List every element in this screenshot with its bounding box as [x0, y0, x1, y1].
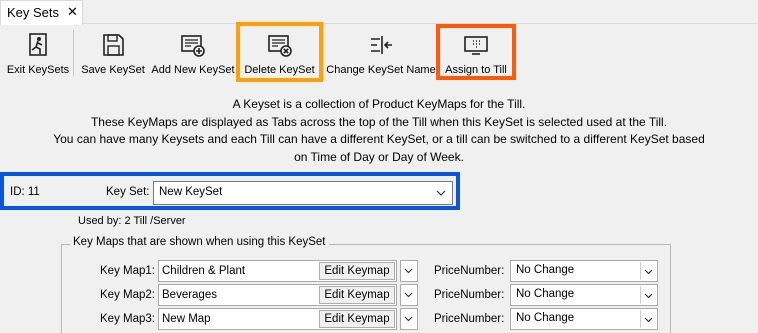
keymap1-field[interactable]: Children & Plant Edit Keymap	[158, 260, 397, 282]
price-number-value: No Change	[516, 264, 575, 276]
save-keyset-button[interactable]: Save KeySet	[80, 27, 146, 79]
keymap2-dropdown[interactable]	[400, 284, 418, 306]
change-keyset-name-label: Change KeySet Name	[326, 64, 436, 76]
price-dropdown-toggle	[640, 286, 656, 304]
keymap1-dropdown[interactable]	[400, 260, 418, 282]
add-keyset-icon	[181, 35, 205, 57]
keyset-select-value: New KeySet	[159, 186, 223, 198]
price-number-value: No Change	[516, 288, 575, 300]
edit-keymap2-button[interactable]: Edit Keymap	[319, 286, 395, 304]
description-line: on Time of Day or Day of Week.	[294, 149, 464, 164]
assign-to-till-label: Assign to Till	[445, 64, 507, 76]
exit-keysets-button[interactable]: Exit KeySets	[4, 27, 72, 79]
price-number-select-1[interactable]: No Change	[510, 260, 658, 282]
description-line: A Keyset is a collection of Product KeyM…	[232, 97, 526, 111]
edit-keymap1-button[interactable]: Edit Keymap	[319, 262, 395, 280]
keymap3-value: New Map	[162, 313, 211, 325]
till-icon	[464, 36, 488, 55]
keyset-description: A Keyset is a collection of Product KeyM…	[0, 96, 758, 166]
price-dropdown-toggle	[640, 310, 656, 328]
price-number-label: PriceNumber:	[434, 289, 505, 301]
exit-icon	[29, 33, 47, 56]
keymaps-group-title: Key Maps that are shown when using this …	[70, 236, 329, 248]
keymap3-label: Key Map3:	[100, 313, 155, 325]
keyset-label: Key Set:	[106, 186, 150, 198]
delete-keyset-label: Delete KeySet	[244, 64, 315, 76]
edit-keymap3-button[interactable]: Edit Keymap	[319, 310, 395, 328]
assign-to-till-button[interactable]: Assign to Till	[440, 27, 512, 79]
chevron-down-icon	[644, 293, 653, 299]
keymap3-dropdown[interactable]	[400, 308, 418, 330]
chevron-down-icon	[404, 268, 413, 274]
price-dropdown-toggle	[640, 262, 656, 280]
save-icon	[103, 34, 124, 56]
save-keyset-label: Save KeySet	[81, 64, 145, 76]
keymap1-value: Children & Plant	[162, 265, 246, 277]
tab-key-sets[interactable]: Key Sets ✕	[0, 0, 83, 25]
delete-keyset-button[interactable]: Delete KeySet	[240, 27, 319, 79]
chevron-down-icon	[436, 190, 446, 196]
chevron-down-icon	[404, 292, 413, 298]
add-new-keyset-button[interactable]: Add New KeySet	[150, 27, 236, 79]
add-new-keyset-label: Add New KeySet	[151, 64, 235, 76]
change-keyset-name-button[interactable]: Change KeySet Name	[326, 27, 436, 79]
tab-strip	[0, 0, 758, 24]
keymap3-field[interactable]: New Map Edit Keymap	[158, 308, 397, 330]
price-number-select-2[interactable]: No Change	[510, 284, 658, 306]
delete-keyset-icon	[267, 35, 292, 57]
exit-keysets-label: Exit KeySets	[6, 64, 70, 76]
description-line: These KeyMaps are displayed as Tabs acro…	[90, 114, 668, 129]
toolbar-separator	[73, 30, 74, 76]
keymap1-label: Key Map1:	[100, 265, 155, 277]
description-line: You can have many Keysets and each Till …	[53, 132, 705, 146]
keyset-id: ID: 11	[10, 186, 40, 198]
used-by-text: Used by: 2 Till /Server	[78, 215, 186, 227]
price-number-value: No Change	[516, 312, 575, 324]
tab-label: Key Sets	[7, 5, 60, 20]
price-number-select-3[interactable]: No Change	[510, 308, 658, 330]
price-number-label: PriceNumber:	[434, 313, 505, 325]
chevron-down-icon	[644, 269, 653, 275]
keymap2-value: Beverages	[162, 289, 217, 301]
rename-icon	[371, 36, 392, 54]
keymap2-label: Key Map2:	[100, 289, 155, 301]
close-icon[interactable]: ✕	[67, 4, 78, 20]
chevron-down-icon	[644, 317, 653, 323]
keymap2-field[interactable]: Beverages Edit Keymap	[158, 284, 397, 306]
chevron-down-icon	[404, 316, 413, 322]
keyset-select[interactable]: New KeySet	[153, 181, 453, 205]
price-number-label: PriceNumber:	[434, 265, 505, 277]
